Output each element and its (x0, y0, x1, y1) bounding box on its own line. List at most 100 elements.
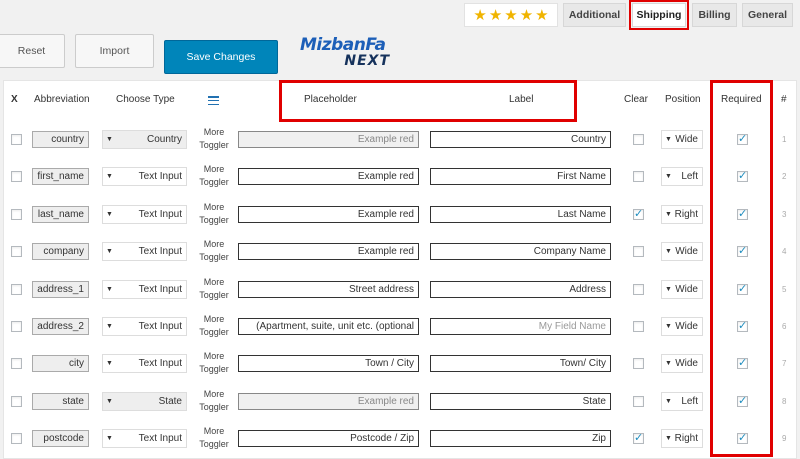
type-select[interactable]: ▼ State (102, 392, 187, 411)
position-select[interactable]: ▼ Wide (661, 317, 703, 336)
type-select-value: Text Input (138, 433, 182, 444)
table-row: city ▼ Text Input More Toggler Town / City Tow… (0, 345, 800, 382)
row-select-checkbox[interactable] (11, 171, 22, 182)
type-select[interactable]: ▼ Text Input (102, 280, 187, 299)
label-input[interactable]: Zip (430, 430, 611, 447)
position-select-value: Left (681, 171, 698, 182)
more-toggler[interactable]: More Toggler (198, 163, 230, 189)
abbreviation-field[interactable]: country (32, 131, 89, 148)
label-input[interactable]: Town/ City (430, 355, 611, 372)
position-select[interactable]: ▼ Wide (661, 130, 703, 149)
row-select-checkbox[interactable] (11, 246, 22, 257)
type-select[interactable]: ▼ Country (102, 130, 187, 149)
more-toggler[interactable]: More Toggler (198, 201, 230, 227)
position-select[interactable]: ▼ Left (661, 392, 703, 411)
row-number: 4 (782, 247, 787, 256)
row-select-checkbox[interactable] (11, 358, 22, 369)
abbreviation-field[interactable]: company (32, 243, 89, 260)
type-select-value: Text Input (138, 284, 182, 295)
position-select[interactable]: ▼ Wide (661, 280, 703, 299)
clear-checkbox[interactable] (633, 207, 644, 220)
abbreviation-field[interactable]: first_name (32, 168, 89, 185)
position-select-value: Right (674, 433, 698, 444)
row-select-checkbox[interactable] (11, 284, 22, 295)
label-input[interactable]: Country (430, 131, 611, 148)
clear-checkbox[interactable] (633, 321, 644, 332)
type-select[interactable]: ▼ Text Input (102, 205, 187, 224)
position-select[interactable]: ▼ Right (661, 429, 703, 448)
type-select[interactable]: ▼ Text Input (102, 354, 187, 373)
abbreviation-field[interactable]: address_2 (32, 318, 89, 335)
position-select[interactable]: ▼ Wide (661, 354, 703, 373)
abbreviation-field[interactable]: state (32, 393, 89, 410)
row-number: 8 (782, 397, 787, 406)
clear-checkbox[interactable] (633, 171, 644, 182)
clear-checkbox[interactable] (633, 284, 644, 295)
placeholder-input[interactable]: Town / City (238, 355, 419, 372)
position-select[interactable]: ▼ Wide (661, 242, 703, 261)
abbreviation-field[interactable]: address_1 (32, 281, 89, 298)
rating-stars[interactable]: ★ ★ ★ ★ ★ (464, 3, 558, 27)
label-input[interactable]: State (430, 393, 611, 410)
type-select[interactable]: ▼ Text Input (102, 429, 187, 448)
placeholder-input[interactable]: Example red (238, 206, 419, 223)
menu-icon[interactable] (208, 96, 219, 105)
label-input[interactable]: My Field Name (430, 318, 611, 335)
position-select[interactable]: ▼ Left (661, 167, 703, 186)
row-select-checkbox[interactable] (11, 396, 22, 407)
star-icon: ★ (519, 6, 534, 24)
position-select[interactable]: ▼ Right (661, 205, 703, 224)
abbreviation-field[interactable]: postcode (32, 430, 89, 447)
placeholder-input[interactable]: Example red (238, 131, 419, 148)
reset-button[interactable]: Reset (0, 34, 65, 68)
label-input[interactable]: Company Name (430, 243, 611, 260)
more-toggler[interactable]: More Toggler (198, 313, 230, 339)
column-header-choose-type: Choose Type (116, 94, 175, 105)
label-input[interactable]: First Name (430, 168, 611, 185)
tab-additional[interactable]: Additional (563, 3, 626, 27)
placeholder-input[interactable]: (Apartment, suite, unit etc. (optional (238, 318, 419, 335)
tab-general[interactable]: General (742, 3, 793, 27)
clear-checkbox[interactable] (633, 246, 644, 257)
type-select[interactable]: ▼ Text Input (102, 242, 187, 261)
more-toggler[interactable]: More Toggler (198, 276, 230, 302)
clear-checkbox[interactable] (633, 396, 644, 407)
row-select-checkbox[interactable] (11, 433, 22, 444)
clear-checkbox[interactable] (633, 134, 644, 145)
clear-checkbox[interactable] (633, 431, 644, 444)
tab-shipping[interactable]: Shipping (629, 0, 689, 30)
clear-checkbox[interactable] (633, 358, 644, 369)
more-toggler[interactable]: More Toggler (198, 425, 230, 451)
abbreviation-field[interactable]: last_name (32, 206, 89, 223)
placeholder-input[interactable]: Example red (238, 393, 419, 410)
label-input[interactable]: Last Name (430, 206, 611, 223)
tab-billing[interactable]: Billing (692, 3, 737, 27)
row-select-checkbox[interactable] (11, 321, 22, 332)
type-select[interactable]: ▼ Text Input (102, 317, 187, 336)
position-select-value: Wide (675, 358, 698, 369)
more-toggler[interactable]: More Toggler (198, 388, 230, 414)
row-number: 9 (782, 434, 787, 443)
more-toggler[interactable]: More Toggler (198, 238, 230, 264)
label-input[interactable]: Address (430, 281, 611, 298)
row-number: 6 (782, 322, 787, 331)
abbreviation-field[interactable]: city (32, 355, 89, 372)
dropdown-arrow-icon: ▼ (665, 398, 672, 405)
column-header-number: # (781, 94, 787, 105)
row-select-checkbox[interactable] (11, 209, 22, 220)
dropdown-arrow-icon: ▼ (106, 323, 113, 330)
type-select[interactable]: ▼ Text Input (102, 167, 187, 186)
more-toggler[interactable]: More Toggler (198, 126, 230, 152)
import-button[interactable]: Import (75, 34, 154, 68)
dropdown-arrow-icon: ▼ (106, 248, 113, 255)
placeholder-input[interactable]: Example red (238, 243, 419, 260)
dropdown-arrow-icon: ▼ (106, 173, 113, 180)
placeholder-input[interactable]: Example red (238, 168, 419, 185)
row-select-checkbox[interactable] (11, 134, 22, 145)
mizbanfa-logo: MizbanFa NEXT (300, 36, 396, 70)
toggler-line-1: More (203, 351, 225, 361)
placeholder-input[interactable]: Street address (238, 281, 419, 298)
save-changes-button[interactable]: Save Changes (164, 40, 278, 74)
placeholder-input[interactable]: Postcode / Zip (238, 430, 419, 447)
more-toggler[interactable]: More Toggler (198, 350, 230, 376)
